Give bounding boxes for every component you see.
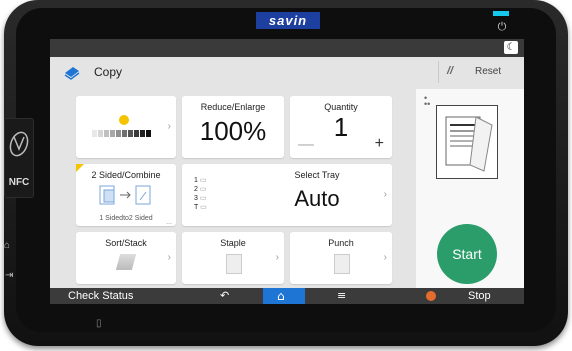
chevron-right-icon: › bbox=[275, 252, 279, 263]
reduce-enlarge-value: 100% bbox=[199, 116, 267, 146]
tray-icon: ▭ bbox=[200, 204, 207, 211]
stack-icon bbox=[115, 254, 137, 270]
brand-logo: savin bbox=[256, 12, 320, 29]
chevron-right-icon: › bbox=[383, 189, 387, 200]
punch-tile[interactable]: Punch › bbox=[290, 232, 392, 284]
stop-icon bbox=[426, 291, 436, 301]
data-in-indicator: ▯ bbox=[96, 318, 102, 329]
back-icon[interactable]: ↶ bbox=[220, 288, 229, 304]
reset-icon: // bbox=[447, 65, 454, 77]
sort-stack-tile[interactable]: Sort/Stack › bbox=[76, 232, 176, 284]
tray-item: 1 ▭ bbox=[194, 177, 207, 184]
home-button[interactable]: ⌂ bbox=[263, 288, 305, 304]
nfc-icon bbox=[9, 131, 29, 157]
page-title: Copy bbox=[94, 65, 123, 79]
staple-title: Staple bbox=[220, 238, 246, 248]
staple-tile[interactable]: Staple › bbox=[182, 232, 284, 284]
punch-icon bbox=[334, 254, 350, 274]
more-icon: ... bbox=[166, 219, 172, 226]
check-status-button[interactable]: Check Status bbox=[68, 288, 133, 304]
login-side-button[interactable]: ⇥ bbox=[5, 270, 13, 281]
two-sided-combine-tile[interactable]: 2 Sided/Combine 1 Sidedto2 Sided ... bbox=[76, 164, 176, 226]
chevron-right-icon: › bbox=[383, 252, 387, 263]
chevron-right-icon: › bbox=[167, 121, 171, 132]
home-side-button[interactable]: ⌂ bbox=[4, 240, 10, 251]
sort-stack-title: Sort/Stack bbox=[105, 238, 147, 248]
tray-icon: ▭ bbox=[199, 195, 207, 202]
scanner-icon bbox=[436, 105, 498, 179]
reduce-enlarge-title: Reduce/Enlarge bbox=[200, 102, 266, 112]
tray-list: 1 ▭ 2 ▭ 3 ▭ T ▭ bbox=[194, 176, 234, 212]
punch-title: Punch bbox=[328, 238, 354, 248]
tray-icon: ▭ bbox=[199, 186, 207, 193]
quantity-stepper: — + bbox=[296, 135, 386, 156]
select-tray-value: Auto bbox=[294, 186, 340, 211]
status-bar: ☾ bbox=[50, 39, 524, 57]
two-sided-title: 2 Sided/Combine bbox=[91, 170, 161, 180]
duplex-icon bbox=[99, 185, 151, 205]
dots-icon: • •• bbox=[424, 93, 431, 109]
density-tile[interactable]: › bbox=[76, 96, 176, 158]
reduce-enlarge-tile[interactable]: Reduce/Enlarge 100% bbox=[182, 96, 284, 158]
tray-item: T ▭ bbox=[194, 204, 207, 211]
select-tray-title: Select Tray bbox=[294, 170, 340, 180]
quantity-title: Quantity bbox=[324, 102, 358, 112]
reset-label: Reset bbox=[475, 66, 502, 77]
density-icon bbox=[92, 115, 151, 137]
quantity-minus-button[interactable]: — bbox=[298, 136, 314, 154]
two-sided-setting: 1 Sidedto2 Sided bbox=[99, 215, 153, 222]
chevron-right-icon: › bbox=[167, 252, 171, 263]
tray-icon: ▭ bbox=[199, 177, 207, 184]
bottom-bar: Check Status ↶ ⌂ ≡ Stop bbox=[50, 288, 524, 304]
tray-item: 3 ▭ bbox=[194, 195, 207, 202]
power-icon[interactable]: ⏻ bbox=[496, 21, 508, 33]
tray-item: 2 ▭ bbox=[194, 186, 207, 193]
nfc-reader: NFC bbox=[4, 118, 34, 198]
staple-icon bbox=[226, 254, 242, 274]
menu-icon[interactable]: ≡ bbox=[337, 288, 346, 304]
moon-icon[interactable]: ☾ bbox=[504, 41, 518, 54]
status-led bbox=[493, 11, 509, 16]
nfc-label: NFC bbox=[8, 177, 30, 188]
app-header: Copy // Reset bbox=[50, 57, 524, 87]
quantity-tile[interactable]: Quantity 1 — + bbox=[290, 96, 392, 158]
start-button[interactable]: Start bbox=[437, 224, 497, 284]
touch-screen: ☾ Copy // Reset › Reduce/Enlarge 100% Qu… bbox=[50, 39, 524, 304]
stop-button[interactable]: Stop bbox=[468, 288, 491, 304]
reset-button[interactable]: // Reset bbox=[438, 61, 517, 83]
quantity-plus-button[interactable]: + bbox=[375, 135, 384, 153]
select-tray-tile[interactable]: Select Tray 1 ▭ 2 ▭ 3 ▭ T ▭ Auto › bbox=[182, 164, 392, 226]
home-icon: ⌂ bbox=[277, 289, 285, 303]
copy-icon bbox=[64, 67, 80, 80]
